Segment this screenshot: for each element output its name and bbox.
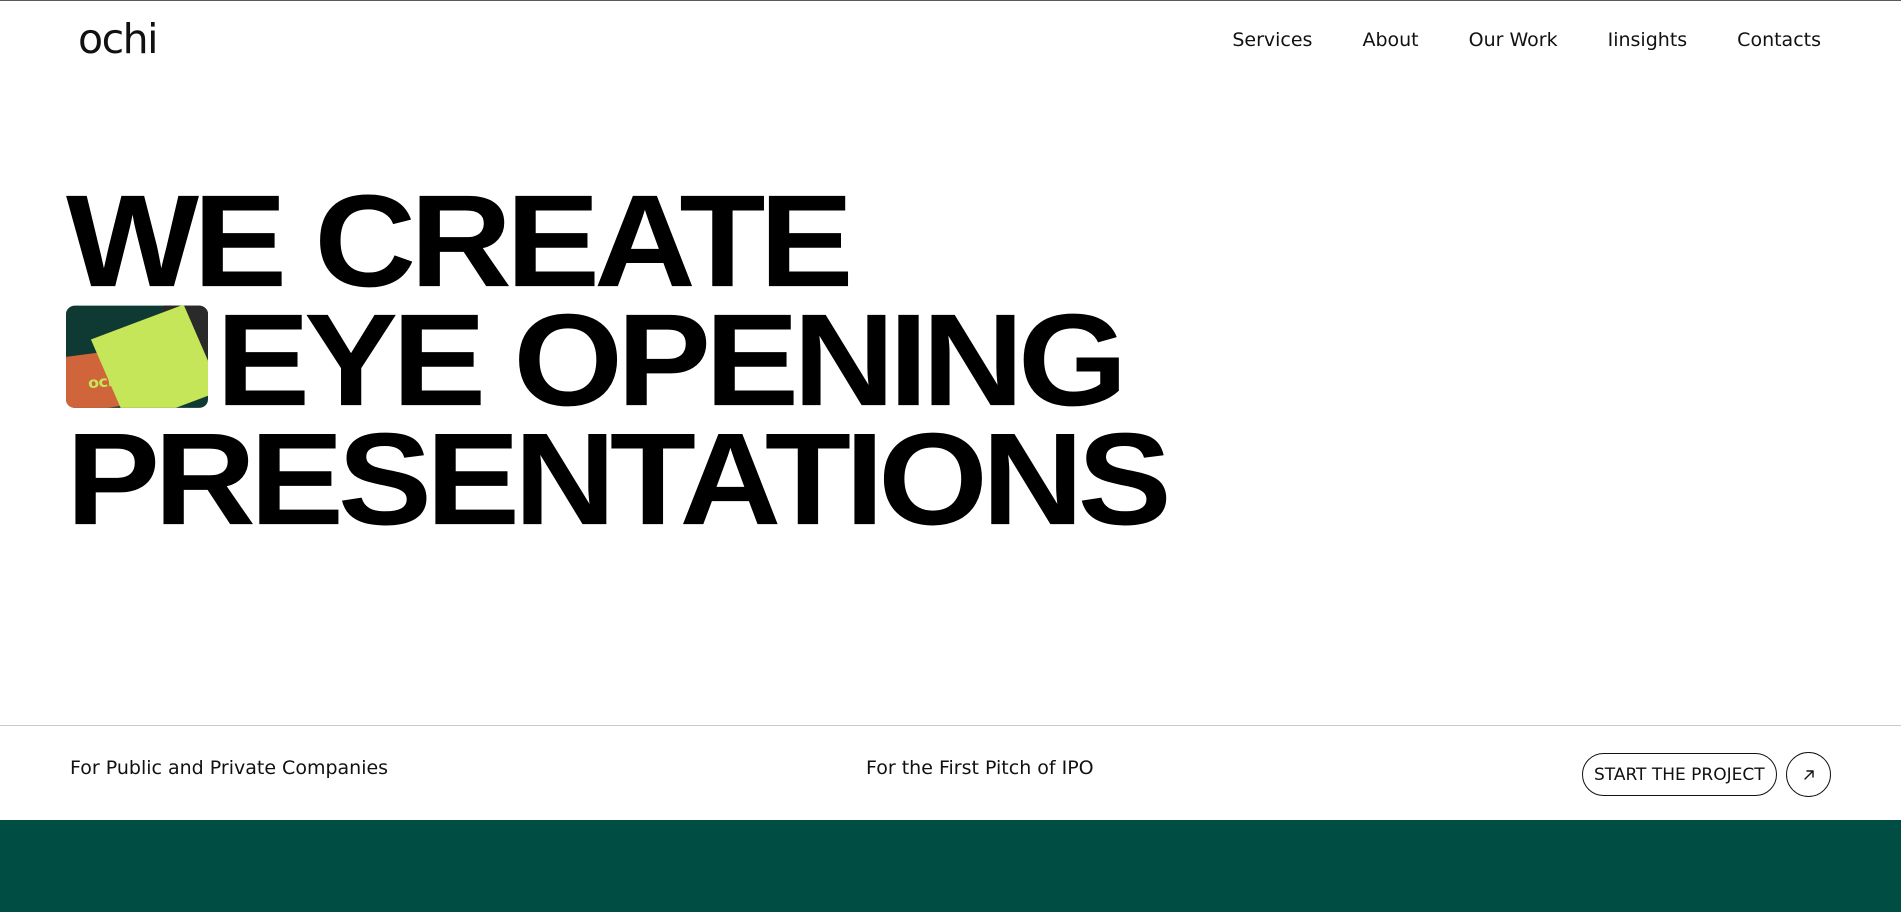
- hero-heading: WE CREATE ochi ochi EYE OPENING PRESENTA…: [66, 167, 1172, 553]
- info-public-private: For Public and Private Companies: [70, 757, 389, 779]
- hero-line-2-text: EYE OPENING: [216, 286, 1128, 434]
- divider: [0, 725, 1901, 726]
- nav-contacts[interactable]: Contacts: [1737, 29, 1821, 51]
- start-project-button[interactable]: START THE PROJECT: [1582, 753, 1777, 796]
- hero-line-2: ochi ochi EYE OPENING: [66, 286, 1166, 434]
- green-section-band: [0, 820, 1901, 912]
- page: ochi Services About Our Work Iinsights C…: [0, 0, 1901, 912]
- info-first-pitch: For the First Pitch of IPO: [866, 757, 1094, 779]
- start-project-arrow-button[interactable]: [1786, 752, 1831, 797]
- hero-line-3: PRESENTATIONS: [66, 405, 1172, 553]
- nav-insights[interactable]: Iinsights: [1608, 29, 1688, 51]
- arrow-up-right-icon: [1803, 769, 1814, 780]
- nav-our-work[interactable]: Our Work: [1469, 29, 1558, 51]
- site-header: ochi Services About Our Work Iinsights C…: [0, 1, 1901, 81]
- start-project-label: START THE PROJECT: [1594, 764, 1765, 785]
- main-nav: Services About Our Work Iinsights Contac…: [1232, 29, 1821, 51]
- ochi-logo[interactable]: ochi: [78, 15, 159, 63]
- hero-line-1: WE CREATE: [66, 167, 854, 314]
- hero-thumbnail-image: ochi ochi: [66, 305, 208, 408]
- nav-about[interactable]: About: [1362, 29, 1418, 51]
- nav-services[interactable]: Services: [1232, 29, 1312, 51]
